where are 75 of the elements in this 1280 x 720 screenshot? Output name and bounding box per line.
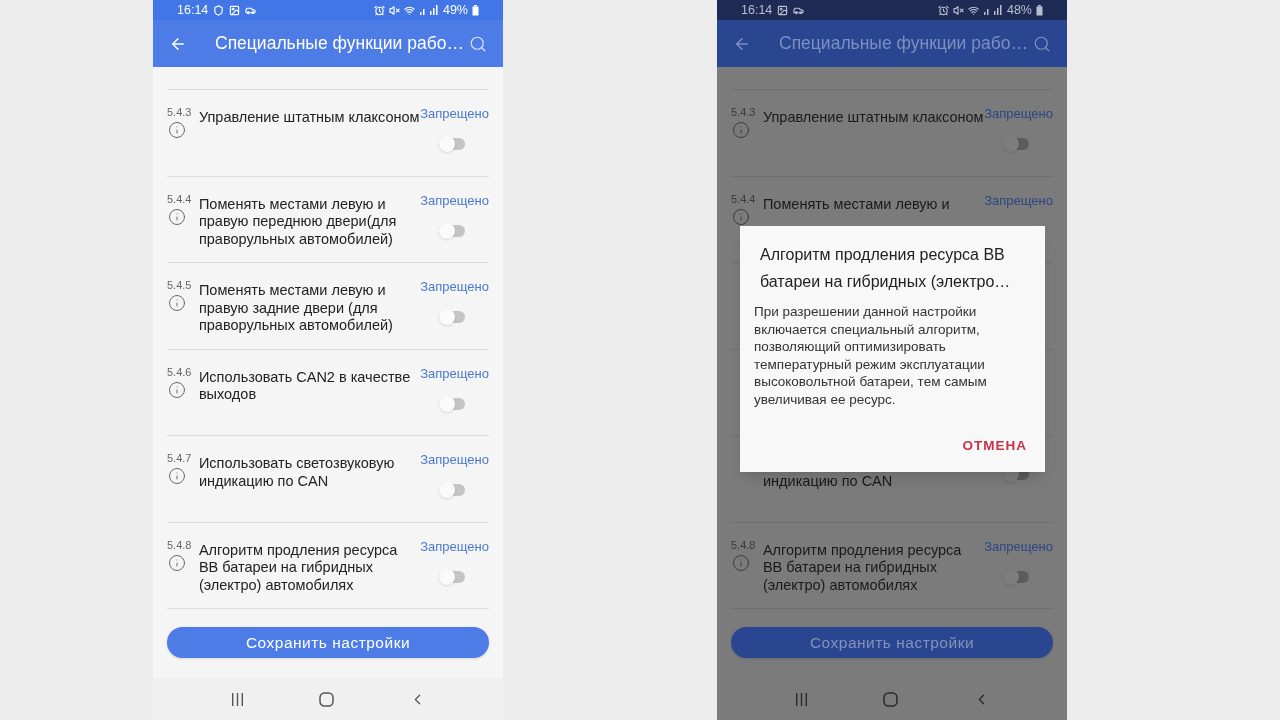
status-label: Запрещено: [984, 106, 1053, 122]
shield-icon: [213, 4, 225, 16]
setting-number: 5.4.3: [167, 106, 192, 119]
info-icon[interactable]: [168, 467, 186, 485]
dialog-text: При разрешении данной настройки включается специальный алгоритм, позволяющий оптимизировать температурный режим эксплуатации высоковольтной батареи, тем самым увеличивая ее ресурс.: [754, 303, 988, 408]
info-icon[interactable]: [732, 121, 750, 139]
dialog-title: Алгоритм продления ресурса ВВ батареи на гибридных (электро…: [759, 245, 1012, 292]
info-icon[interactable]: [168, 294, 186, 312]
status-time: 16:14: [177, 1, 209, 19]
signal-icon: [418, 5, 439, 15]
wifi-icon: [967, 4, 979, 16]
info-icon[interactable]: [168, 380, 186, 399]
toggle-switch[interactable]: [439, 222, 467, 239]
battery-icon: [472, 4, 479, 16]
setting-title: Алгоритм продления ресурса ВВ батареи на гибридных (электро) автомобилях: [762, 541, 963, 594]
save-settings-button[interactable]: Сохранить настройки: [731, 627, 1053, 658]
setting-title: Использовать светозвуковую индикацию по CAN: [198, 455, 396, 490]
info-icon[interactable]: [168, 553, 186, 572]
setting-number: 5.4.5: [167, 279, 192, 292]
mute-icon: [388, 4, 400, 16]
status-label: Запрещено: [420, 106, 489, 122]
toggle-switch[interactable]: [1003, 136, 1031, 152]
status-label: Запрещено: [420, 538, 489, 555]
recent-apps-icon[interactable]: [230, 692, 244, 706]
image-icon: [777, 4, 789, 16]
battery-percent: 48%: [1006, 1, 1032, 19]
search-icon[interactable]: [469, 34, 487, 53]
battery-percent: 49%: [442, 1, 468, 19]
setting-title: Поменять местами левую и: [762, 195, 951, 213]
info-icon[interactable]: [732, 553, 750, 572]
setting-number: 5.4.8: [167, 538, 192, 552]
toggle-switch[interactable]: [1003, 568, 1031, 585]
setting-title: Использовать CAN2 в качестве выходов: [198, 368, 412, 404]
setting-title: Алгоритм продления ресурса ВВ батареи на гибридных (электро) автомобилях: [198, 541, 399, 594]
image-icon: [229, 4, 241, 16]
setting-title: индикацию по CAN: [763, 472, 894, 490]
alarm-icon: [937, 4, 949, 16]
toggle-switch[interactable]: [439, 136, 467, 152]
setting-title: Поменять местами левую и правую переднюю двери(для праворульных автомобилей): [198, 195, 398, 248]
status-label: Запрещено: [420, 279, 489, 295]
toggle-switch[interactable]: [439, 309, 467, 325]
info-icon[interactable]: [168, 207, 186, 226]
status-time: 16:14: [741, 1, 773, 19]
status-label: Запрещено: [984, 192, 1053, 209]
header-title: Специальные функции рабо…: [779, 32, 1028, 56]
setting-number: 5.4.4: [731, 192, 756, 206]
setting-title: Управление штатным клаксоном: [762, 109, 985, 127]
home-icon[interactable]: [882, 691, 898, 707]
mute-icon: [952, 4, 964, 16]
info-icon[interactable]: [168, 121, 186, 139]
setting-number: 5.4.7: [167, 452, 192, 465]
toggle-switch[interactable]: [439, 568, 467, 585]
cancel-button[interactable]: ОТМЕНА: [958, 431, 1031, 460]
info-icon[interactable]: [732, 207, 750, 226]
save-settings-button[interactable]: Сохранить настройки: [167, 627, 489, 658]
setting-number: 5.4.8: [731, 538, 756, 552]
alarm-icon: [373, 4, 385, 16]
setting-number: 5.4.6: [167, 365, 192, 379]
battery-icon: [1036, 4, 1043, 16]
setting-title: Поменять местами левую и правую задние двери (для праворульных автомобилей): [198, 282, 394, 335]
home-icon[interactable]: [318, 691, 334, 707]
toggle-switch[interactable]: [439, 395, 467, 412]
status-label: Запрещено: [420, 365, 489, 382]
status-label: Запрещено: [420, 452, 489, 468]
header-title: Специальные функции рабо…: [215, 32, 464, 56]
signal-icon: [982, 5, 1003, 15]
setting-number: 5.4.4: [167, 192, 192, 206]
setting-title: Управление штатным клаксоном: [198, 109, 421, 127]
status-label: Запрещено: [984, 538, 1053, 555]
toggle-switch[interactable]: [439, 482, 467, 498]
setting-number: 5.4.3: [731, 106, 756, 119]
wifi-icon: [403, 4, 415, 16]
status-label: Запрещено: [420, 192, 489, 209]
recent-apps-icon[interactable]: [794, 692, 808, 706]
search-icon[interactable]: [1033, 34, 1051, 53]
